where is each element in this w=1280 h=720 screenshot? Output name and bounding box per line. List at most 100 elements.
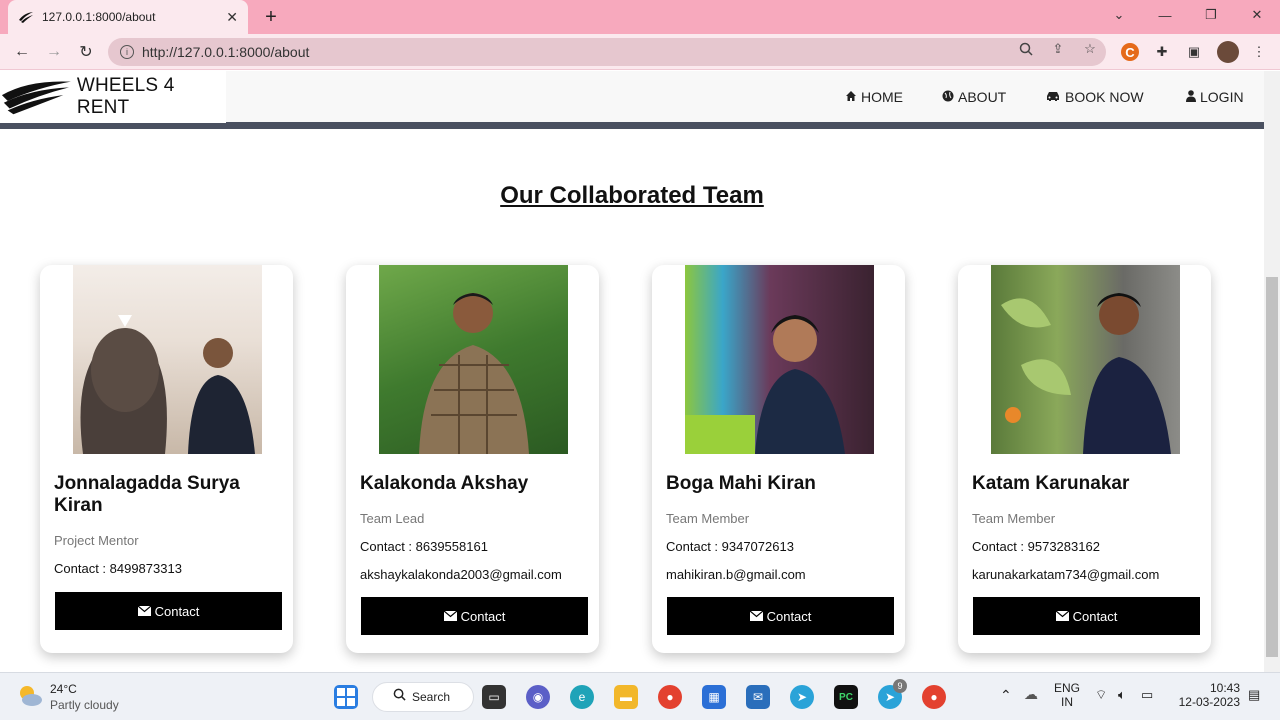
page-scrollbar[interactable] <box>1264 71 1280 672</box>
start-windows-icon[interactable] <box>334 685 358 709</box>
search-label: Search <box>412 690 451 704</box>
nav-book-now-label: BOOK NOW <box>1065 89 1144 105</box>
close-window-button[interactable]: ✕ <box>1234 0 1280 30</box>
chrome-active-icon[interactable]: ● <box>922 685 946 709</box>
restore-button[interactable]: ❐ <box>1188 0 1234 30</box>
page-title: Our Collaborated Team <box>500 182 764 209</box>
contact-button-label: Contact <box>154 603 200 619</box>
browser-toolbar: ← → ↻ i http://127.0.0.1:8000/about ⇪ ☆ … <box>0 34 1280 70</box>
profile-avatar[interactable] <box>1217 41 1239 63</box>
contact-button[interactable]: Contact <box>667 597 894 635</box>
lang-secondary: IN <box>1061 695 1073 709</box>
weather-condition: Partly cloudy <box>50 698 119 712</box>
team-photo <box>73 265 262 454</box>
url-text: http://127.0.0.1:8000/about <box>142 44 310 60</box>
contact-button[interactable]: Contact <box>55 592 282 630</box>
nav-login[interactable]: LOGIN <box>1186 89 1244 105</box>
contact-button-label: Contact <box>1072 608 1118 624</box>
volume-icon[interactable]: 🔈︎ <box>1118 687 1126 703</box>
browser-tab[interactable]: 127.0.0.1:8000/about ✕ <box>8 0 248 34</box>
member-contact: Contact : 8499873313 <box>54 561 182 576</box>
menu-dots-icon[interactable]: ⋮ <box>1250 43 1268 61</box>
weather-widget[interactable]: 24°C Partly cloudy <box>16 681 136 715</box>
envelope-icon <box>443 609 457 624</box>
pycharm-icon[interactable]: PC <box>834 685 858 709</box>
clock-time: 10:43 <box>1209 681 1240 695</box>
nav-about[interactable]: ABOUT <box>942 89 1006 105</box>
notification-badge: 9 <box>893 679 907 693</box>
weather-temp: 24°C <box>50 682 77 696</box>
share-icon[interactable]: ⇪ <box>1050 41 1066 57</box>
member-role: Team Member <box>666 511 750 526</box>
new-tab-button[interactable]: + <box>260 6 282 28</box>
home-icon <box>845 89 857 105</box>
microsoft-store-icon[interactable]: ▦ <box>702 685 726 709</box>
clock[interactable]: 10:43 12-03-2023 <box>1170 681 1240 709</box>
tab-search-icon[interactable]: ⌄ <box>1096 0 1142 30</box>
globe-icon <box>942 89 954 105</box>
site-navbar: WHEELS 4 RENT HOME ABOUT BOOK NOW LOGIN <box>0 71 1264 129</box>
member-contact: Contact : 8639558161 <box>360 539 488 554</box>
team-photo <box>685 265 874 454</box>
side-panel-icon[interactable]: ▣ <box>1185 43 1203 61</box>
member-name: Katam Karunakar <box>972 473 1130 494</box>
info-icon[interactable]: i <box>120 45 134 59</box>
contact-button[interactable]: Contact <box>361 597 588 635</box>
team-photo <box>991 265 1180 454</box>
extensions-puzzle-icon[interactable]: ✚ <box>1153 43 1171 61</box>
bookmark-star-icon[interactable]: ☆ <box>1082 41 1098 57</box>
envelope-icon <box>1055 609 1069 624</box>
address-bar[interactable]: i http://127.0.0.1:8000/about <box>108 38 1106 66</box>
battery-icon[interactable]: ▭ <box>1141 687 1153 703</box>
telegram-icon[interactable]: ➤ <box>790 685 814 709</box>
telegram-pinned-icon[interactable]: ➤ 9 <box>878 679 907 709</box>
wifi-icon[interactable]: ⌔ <box>1095 687 1107 703</box>
member-role: Project Mentor <box>54 533 139 548</box>
member-contact: Contact : 9573283162 <box>972 539 1100 554</box>
onedrive-cloud-icon[interactable]: ☁ <box>1024 686 1038 703</box>
zoom-icon[interactable] <box>1018 41 1034 57</box>
team-card: Kalakonda Akshay Team Lead Contact : 863… <box>346 265 599 653</box>
reload-icon[interactable]: ↻ <box>74 40 98 64</box>
tab-title: 127.0.0.1:8000/about <box>42 10 156 24</box>
nav-login-label: LOGIN <box>1200 89 1244 105</box>
language-indicator[interactable]: ENG IN <box>1054 681 1080 709</box>
member-contact: Contact : 9347072613 <box>666 539 794 554</box>
teams-chat-icon[interactable]: ◉ <box>526 685 550 709</box>
partly-cloudy-icon <box>16 683 44 714</box>
chrome-icon[interactable]: ● <box>658 685 682 709</box>
browser-tab-strip: 127.0.0.1:8000/about ✕ + ⌄ — ❐ ✕ <box>0 0 1280 34</box>
logo-wings-icon <box>1 81 71 115</box>
contact-button-label: Contact <box>460 608 506 624</box>
forward-icon[interactable]: → <box>42 40 66 64</box>
team-photo <box>379 265 568 454</box>
page-viewport: WHEELS 4 RENT HOME ABOUT BOOK NOW LOGIN … <box>0 71 1264 672</box>
edge-browser-icon[interactable]: e <box>570 685 594 709</box>
back-icon[interactable]: ← <box>10 40 34 64</box>
scrollbar-thumb[interactable] <box>1266 277 1278 657</box>
member-email: karunakarkatam734@gmail.com <box>972 567 1160 582</box>
close-tab-icon[interactable]: ✕ <box>226 9 238 26</box>
site-logo[interactable]: WHEELS 4 RENT <box>0 71 226 123</box>
member-email: mahikiran.b@gmail.com <box>666 567 806 582</box>
member-name: Boga Mahi Kiran <box>666 473 816 494</box>
team-card: Boga Mahi Kiran Team Member Contact : 93… <box>652 265 905 653</box>
member-name: Jonnalagadda Surya Kiran <box>54 473 240 516</box>
envelope-icon <box>749 609 763 624</box>
member-role: Team Member <box>972 511 1056 526</box>
taskbar-search[interactable]: Search <box>372 682 474 712</box>
notifications-icon[interactable]: ▤ <box>1248 687 1260 703</box>
mail-icon[interactable]: ✉ <box>746 685 770 709</box>
clock-date: 12-03-2023 <box>1178 695 1240 709</box>
task-view-icon[interactable]: ▭ <box>482 685 506 709</box>
team-card: Jonnalagadda Surya Kiran Project Mentor … <box>40 265 293 653</box>
extension-c-icon[interactable]: C <box>1121 43 1139 61</box>
nav-home[interactable]: HOME <box>845 89 903 105</box>
file-explorer-icon[interactable]: ▬ <box>614 685 638 709</box>
contact-button[interactable]: Contact <box>973 597 1200 635</box>
minimize-button[interactable]: — <box>1142 0 1188 30</box>
nav-home-label: HOME <box>861 89 903 105</box>
show-hidden-icons[interactable]: ⌃ <box>1000 687 1012 704</box>
nav-book-now[interactable]: BOOK NOW <box>1045 89 1144 105</box>
car-icon <box>1045 89 1061 105</box>
